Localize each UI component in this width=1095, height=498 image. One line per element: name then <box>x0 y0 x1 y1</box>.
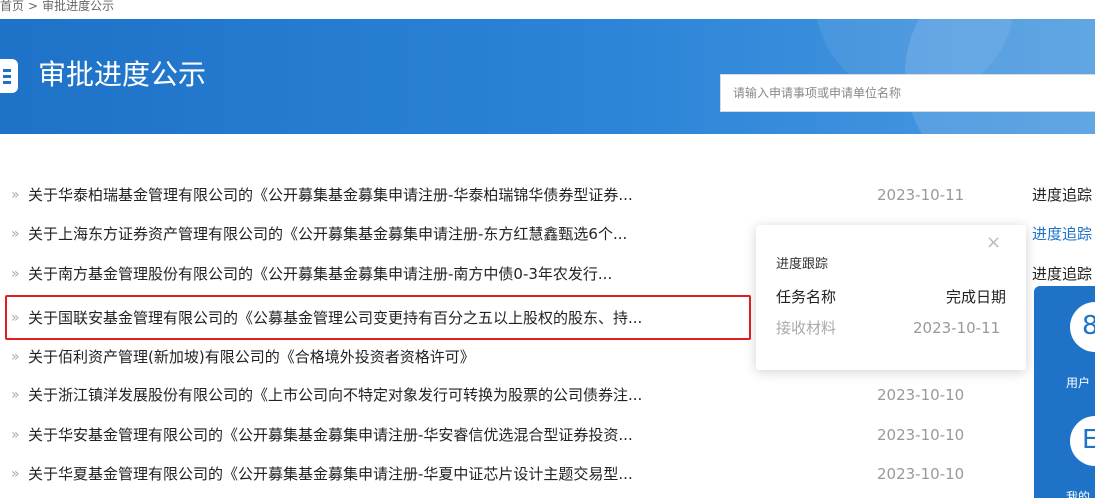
item-title-link[interactable]: 关于上海东方证券资产管理有限公司的《公开募集基金募集申请注册-东方红慧鑫甄选6个… <box>28 223 627 245</box>
item-title-link[interactable]: 关于华夏基金管理有限公司的《公开募集基金募集申请注册-华夏中证芯片设计主题交易型… <box>28 463 633 485</box>
item-date: 2023-10-10 <box>877 386 965 404</box>
chevron-right-icon: » <box>11 466 20 482</box>
list-item: » 关于浙江镇洋发展股份有限公司的《上市公司向不特定对象发行可转换为股票的公司债… <box>0 375 1095 414</box>
breadcrumb: 首页 > 审批进度公示 <box>0 0 114 14</box>
chevron-right-icon: » <box>11 349 20 365</box>
list-item: » 关于华夏基金管理有限公司的《公开募集基金募集申请注册-华夏中证芯片设计主题交… <box>0 454 1095 493</box>
floating-side-panel: 8 用户 E 我的 <box>1034 286 1095 498</box>
task-date-cell: 2023-10-11 <box>913 319 1001 337</box>
chevron-right-icon: » <box>11 187 20 203</box>
close-icon[interactable]: × <box>986 233 1001 253</box>
breadcrumb-current: 审批进度公示 <box>42 0 115 13</box>
task-name-cell: 接收材料 <box>776 319 837 337</box>
list-item: » 关于华泰柏瑞基金管理有限公司的《公开募集基金募集申请注册-华泰柏瑞锦华债券型… <box>0 175 1095 214</box>
mine-button[interactable]: E <box>1070 416 1095 466</box>
list-item: » 关于华安基金管理有限公司的《公开募集基金募集申请注册-华安睿信优选混合型证券… <box>0 415 1095 454</box>
item-title-link[interactable]: 关于浙江镇洋发展股份有限公司的《上市公司向不特定对象发行可转换为股票的公司债券注… <box>28 384 642 406</box>
user-button[interactable]: 8 <box>1070 302 1095 352</box>
page-banner: 审批进度公示 <box>0 19 1095 134</box>
user-label: 用户 <box>1066 376 1091 390</box>
document-icon <box>0 59 18 93</box>
track-progress-link[interactable]: 进度追踪 <box>1032 185 1092 205</box>
chevron-right-icon: » <box>11 387 20 403</box>
item-title-link[interactable]: 关于华安基金管理有限公司的《公开募集基金募集申请注册-华安睿信优选混合型证券投资… <box>28 424 633 446</box>
chevron-right-icon: » <box>11 266 20 282</box>
user-icon: 8 <box>1082 311 1095 341</box>
item-title-link[interactable]: 关于佰利资产管理(新加坡)有限公司的《合格境外投资者资格许可》 <box>28 346 475 368</box>
item-date: 2023-10-11 <box>877 186 965 204</box>
popup-title: 进度跟踪 <box>776 257 829 272</box>
track-progress-link[interactable]: 进度追踪 <box>1032 224 1092 244</box>
mine-label: 我的 <box>1066 490 1091 498</box>
column-header-date: 完成日期 <box>946 288 1007 306</box>
chevron-right-icon: » <box>11 226 20 242</box>
page-title: 审批进度公示 <box>38 58 207 91</box>
chevron-right-icon: » <box>11 427 20 443</box>
document-list-icon: E <box>1082 425 1095 455</box>
search-input[interactable] <box>720 74 1095 112</box>
track-progress-link[interactable]: 进度追踪 <box>1032 264 1092 284</box>
item-date: 2023-10-10 <box>877 465 965 483</box>
item-title-link[interactable]: 关于华泰柏瑞基金管理有限公司的《公开募集基金募集申请注册-华泰柏瑞锦华债券型证券… <box>28 184 633 206</box>
item-title-link[interactable]: 关于南方基金管理股份有限公司的《公开募集基金募集申请注册-南方中债0-3年农发行… <box>28 263 612 285</box>
breadcrumb-home[interactable]: 首页 <box>0 0 24 13</box>
column-header-task: 任务名称 <box>776 288 837 306</box>
selected-row-highlight <box>5 295 751 340</box>
progress-tracking-popup: × 进度跟踪 任务名称 完成日期 接收材料 2023-10-11 <box>756 225 1026 370</box>
breadcrumb-separator: > <box>28 0 39 13</box>
item-date: 2023-10-10 <box>877 426 965 444</box>
